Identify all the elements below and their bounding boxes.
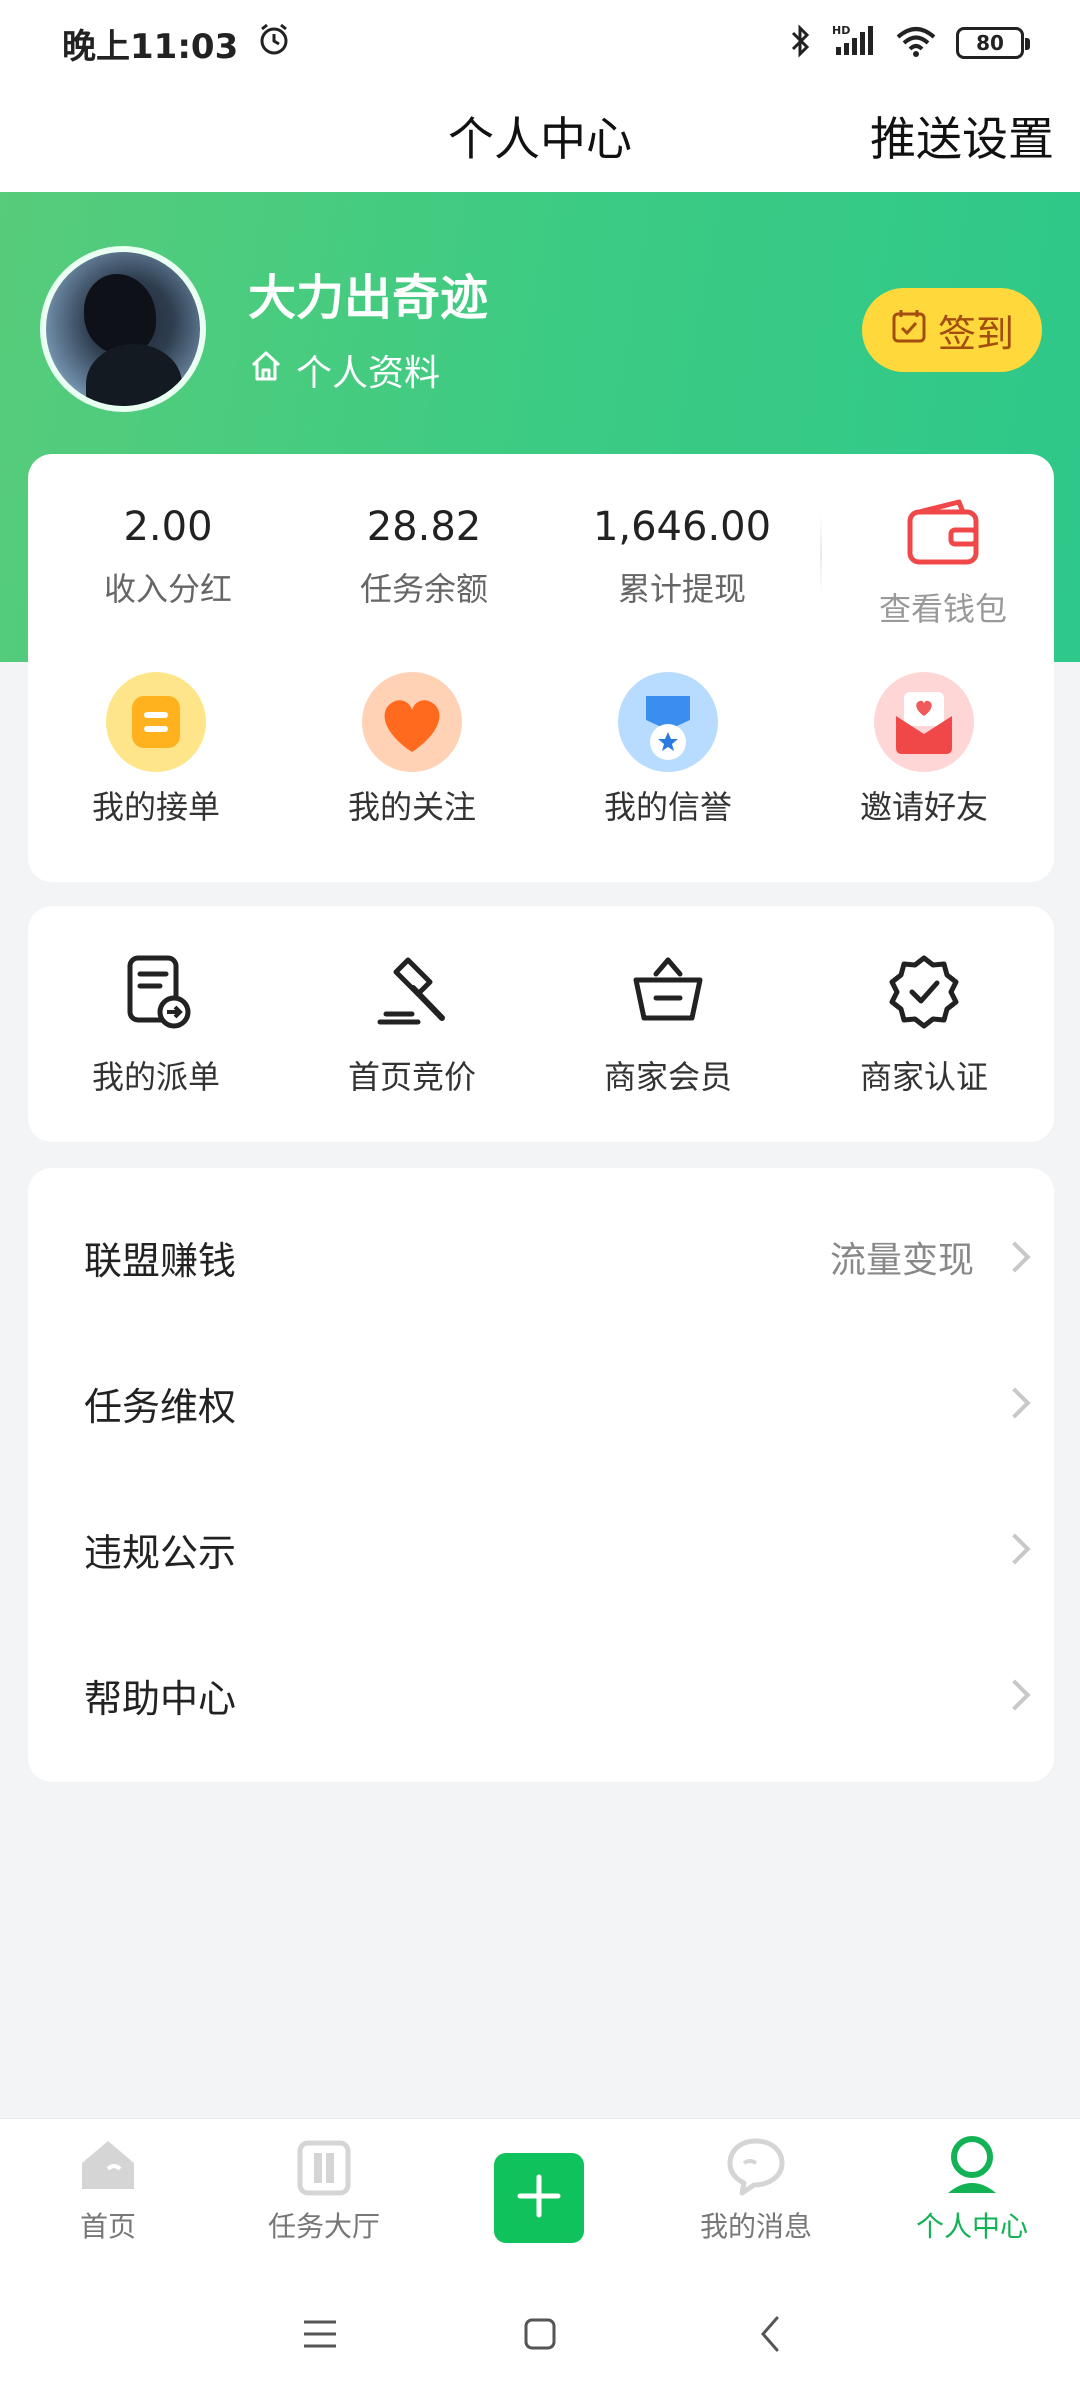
invite-envelope-icon: [874, 672, 974, 772]
avatar-shoulder: [86, 344, 182, 406]
nav-task-hall[interactable]: 任务大厅: [216, 2119, 432, 2269]
nav-label: 任务大厅: [267, 2210, 380, 2243]
home-outline-icon: [248, 348, 284, 393]
stat-label: 累计提现: [617, 570, 746, 608]
menu-card: 联盟赚钱 流量变现 任务维权 违规公示 帮助中心: [28, 1168, 1054, 1782]
chevron-right-icon: [999, 1387, 1031, 1419]
invite-friends-button[interactable]: 邀请好友: [796, 672, 1052, 828]
task-hall-icon: [216, 2119, 432, 2197]
quick-action-label: 我的关注: [347, 788, 476, 826]
status-bar: 晚上11:03 HD 80: [0, 0, 1080, 86]
home-square-icon[interactable]: [510, 2304, 570, 2364]
chevron-right-icon: [999, 1533, 1031, 1565]
nav-personal-center[interactable]: 个人中心: [864, 2119, 1080, 2269]
title-bar: 个人中心 推送设置: [0, 86, 1080, 192]
stat-label: 任务余额: [359, 570, 488, 608]
chevron-right-icon: [999, 1241, 1031, 1273]
stats-card: 2.00 收入分红 28.82 任务余额 1,646.00 累计提现 查看钱包 …: [28, 454, 1054, 882]
my-dispatch-button[interactable]: 我的派单: [28, 942, 284, 1098]
avatar[interactable]: [40, 246, 206, 412]
bottom-nav: 首页 任务大厅 我的消息 个人中心: [0, 2118, 1080, 2268]
merchant-tool-label: 商家会员: [603, 1058, 732, 1096]
gavel-icon: [362, 942, 462, 1042]
stat-value: 2.00: [123, 504, 213, 550]
plus-icon: [516, 2173, 562, 2223]
homepage-bidding-button[interactable]: 首页竞价: [284, 942, 540, 1098]
battery-icon: 80: [956, 27, 1030, 59]
bluetooth-icon: [788, 23, 814, 63]
stat-task-balance[interactable]: 28.82 任务余额: [304, 504, 544, 610]
merchant-tools-card: 我的派单 首页竞价 商家会员 商家认证: [28, 906, 1054, 1142]
quick-action-label: 我的信誉: [603, 788, 732, 826]
my-follows-button[interactable]: 我的关注: [284, 672, 540, 828]
medal-icon: [618, 672, 718, 772]
my-orders-button[interactable]: 我的接单: [28, 672, 284, 828]
view-wallet-button[interactable]: 查看钱包: [848, 498, 1038, 630]
menu-item-label: 违规公示: [84, 1530, 237, 1575]
alarm-icon: [256, 21, 292, 66]
nav-home[interactable]: 首页: [0, 2119, 216, 2269]
stat-value: 1,646.00: [592, 504, 772, 550]
profile-link[interactable]: 个人资料: [248, 344, 440, 396]
stat-divider: [820, 514, 822, 594]
status-right: HD 80: [788, 23, 1030, 63]
merchant-member-button[interactable]: 商家会员: [540, 942, 796, 1098]
crown-basket-icon: [618, 942, 718, 1042]
wallet-icon: [848, 498, 1038, 574]
dispatch-doc-icon: [106, 942, 206, 1042]
quick-action-label: 我的接单: [91, 788, 220, 826]
home-icon: [0, 2119, 216, 2197]
nav-label: 我的消息: [699, 2210, 812, 2243]
user-icon: [864, 2119, 1080, 2197]
menu-item-label: 任务维权: [84, 1384, 237, 1429]
menu-item-help-center[interactable]: 帮助中心: [28, 1622, 1054, 1768]
stat-label: 收入分红: [103, 570, 232, 608]
menu-item-task-rights[interactable]: 任务维权: [28, 1330, 1054, 1476]
chevron-right-icon: [999, 1679, 1031, 1711]
battery-level: 80: [976, 31, 1004, 55]
signal-icon: HD: [832, 23, 876, 63]
stat-value: 28.82: [366, 504, 482, 550]
merchant-tool-label: 商家认证: [859, 1058, 988, 1096]
nav-messages[interactable]: 我的消息: [648, 2119, 864, 2269]
checkin-label: 签到: [937, 311, 1014, 356]
checkin-button[interactable]: 签到: [862, 288, 1042, 372]
quick-action-label: 邀请好友: [859, 788, 988, 826]
nav-label: 首页: [79, 2210, 136, 2243]
publish-plus-button[interactable]: [494, 2153, 584, 2243]
push-settings-button[interactable]: 推送设置: [870, 86, 1054, 192]
merchant-tool-label: 我的派单: [91, 1058, 220, 1096]
my-credit-button[interactable]: 我的信誉: [540, 672, 796, 828]
profile-link-label: 个人资料: [296, 353, 441, 394]
merchant-verify-button[interactable]: 商家认证: [796, 942, 1052, 1098]
system-nav-bar: [0, 2268, 1080, 2400]
status-time: 晚上11:03: [62, 26, 239, 67]
order-icon: [106, 672, 206, 772]
menu-item-subtitle: 流量变现: [829, 1240, 974, 1281]
stat-total-withdrawn[interactable]: 1,646.00 累计提现: [562, 504, 802, 610]
wifi-icon: [894, 23, 938, 63]
menu-item-violations[interactable]: 违规公示: [28, 1476, 1054, 1622]
menu-item-alliance-earn[interactable]: 联盟赚钱 流量变现: [28, 1184, 1054, 1330]
wallet-label: 查看钱包: [878, 590, 1007, 628]
stat-income-dividend[interactable]: 2.00 收入分红: [48, 504, 288, 610]
heart-icon: [362, 672, 462, 772]
hd-label: HD: [832, 24, 850, 37]
username: 大力出奇迹: [248, 270, 489, 326]
menu-icon[interactable]: [290, 2304, 350, 2364]
menu-item-label: 联盟赚钱: [84, 1238, 237, 1283]
status-left: 晚上11:03: [62, 19, 292, 68]
back-icon[interactable]: [740, 2304, 800, 2364]
calendar-check-icon: [890, 307, 928, 354]
verified-badge-icon: [874, 942, 974, 1042]
nav-label: 个人中心: [915, 2210, 1028, 2243]
avatar-silhouette: [84, 274, 156, 354]
merchant-tool-label: 首页竞价: [347, 1058, 476, 1096]
message-icon: [648, 2119, 864, 2197]
menu-item-label: 帮助中心: [84, 1676, 237, 1721]
